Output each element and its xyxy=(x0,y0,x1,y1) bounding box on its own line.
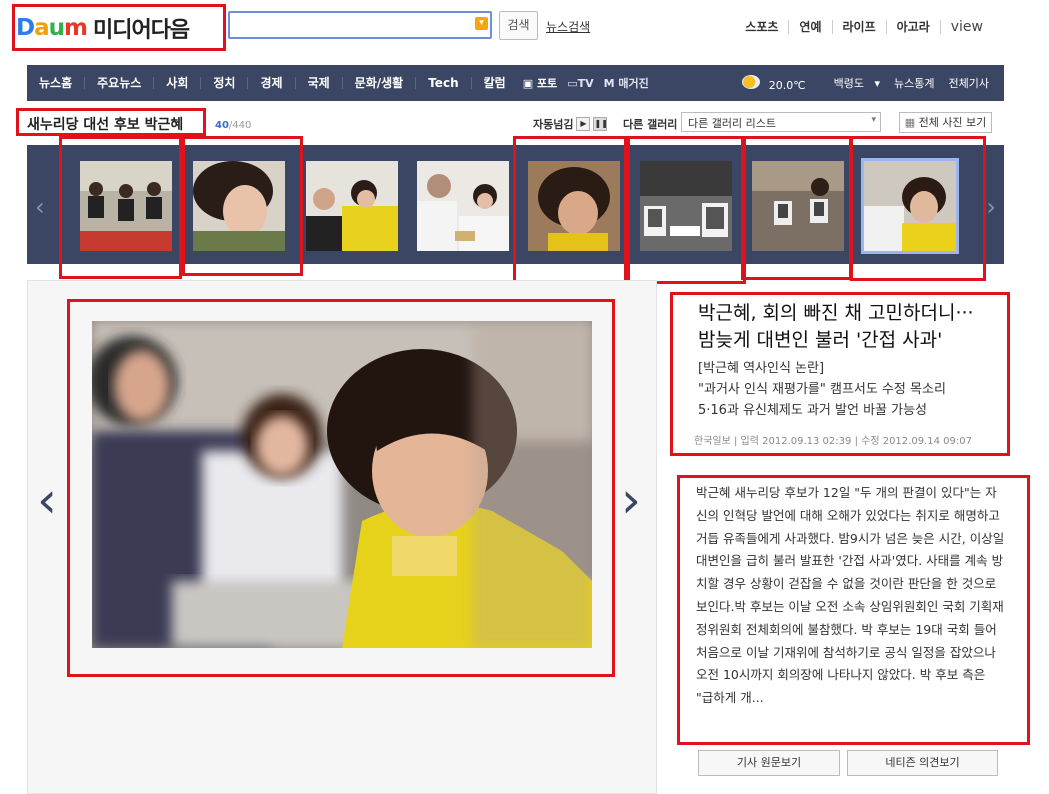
nav-item-culture[interactable]: 문화/생활 xyxy=(341,77,416,89)
chevron-right-icon[interactable]: › xyxy=(621,471,641,529)
gallery-title: 새누리당 대선 후보 박근혜 xyxy=(27,117,184,133)
grid-icon: ▦ xyxy=(904,116,919,129)
photo-panel: ‹ › xyxy=(27,280,657,794)
nav-item-news-home[interactable]: 뉴스홈 xyxy=(27,77,84,89)
header: Daum 미디어다음 ▾ 검색 뉴스검색 스포츠 연예 라이프 아고라 view xyxy=(0,0,1049,60)
thumbnail-selected[interactable] xyxy=(861,158,959,254)
chevron-left-icon[interactable]: ‹ xyxy=(37,471,57,529)
article-source: 한국일보 xyxy=(694,436,731,447)
daum-wordmark: Daum xyxy=(16,15,88,41)
main-photo xyxy=(92,321,592,648)
gallery-bar: 새누리당 대선 후보 박근혜 40/440 자동넘김 ▶ ❚❚ 다른 갤러리 다른 … xyxy=(27,110,1004,134)
chevron-down-icon: ▾ xyxy=(871,115,876,125)
news-search-link[interactable]: 뉴스검색 xyxy=(546,18,590,35)
article-edit-time: 수정 2012.09.14 09:07 xyxy=(861,436,972,447)
weather[interactable]: 20.0℃ xyxy=(735,74,820,92)
other-gallery-label: 다른 갤러리 xyxy=(623,118,678,131)
article-title-line: 박근혜, 회의 빠진 채 고민하더니··· xyxy=(698,302,974,324)
nav-item-column[interactable]: 칼럼 xyxy=(470,77,518,89)
chevron-right-icon[interactable]: › xyxy=(986,193,996,221)
autoplay-control: 자동넘김 ▶ ❚❚ xyxy=(533,117,608,131)
thumbnail[interactable] xyxy=(528,161,620,251)
article-subtitles: [박근혜 역사인식 논란] "과거사 인식 재평가를" 캠프서도 수정 목소리 … xyxy=(670,358,1000,421)
article-title: 박근혜, 회의 빠진 채 고민하더니··· 밤늦게 대변인 불러 '간접 사과' xyxy=(670,300,1000,354)
thumbnail[interactable] xyxy=(306,161,398,251)
top-nav-agora[interactable]: 아고라 xyxy=(885,20,940,34)
thumbnail[interactable] xyxy=(752,161,844,251)
top-nav-view[interactable]: view xyxy=(939,20,993,34)
news-stats-link[interactable]: 뉴스통계 xyxy=(887,75,941,91)
daum-logo[interactable]: Daum 미디어다음 xyxy=(16,8,190,48)
nav-right: 20.0℃ 백령도 ▾ 뉴스통계 전체기사 xyxy=(735,74,1004,92)
nav-item-photo[interactable]: ▣ 포토 xyxy=(518,75,562,91)
top-nav-life[interactable]: 라이프 xyxy=(831,20,886,34)
all-articles-link[interactable]: 전체기사 xyxy=(942,75,996,91)
all-photos-button[interactable]: ▦ 전체 사진 보기 xyxy=(899,112,992,133)
top-nav-sports[interactable]: 스포츠 xyxy=(735,20,788,34)
view-comments-button[interactable]: 네티즌 의견보기 xyxy=(847,750,998,776)
nav-item-top-news[interactable]: 주요뉴스 xyxy=(84,77,153,89)
nav-item-economy[interactable]: 경제 xyxy=(247,77,294,89)
magazine-icon: M xyxy=(603,77,619,90)
article-subtitle: 5·16과 유신체제도 과거 발언 바꿀 가능성 xyxy=(698,403,928,418)
thumbnail[interactable] xyxy=(80,161,172,251)
view-original-button[interactable]: 기사 원문보기 xyxy=(698,750,840,776)
nav-item-magazine[interactable]: M 매거진 xyxy=(599,75,654,91)
article-meta: 한국일보 | 입력 2012.09.13 02:39 | 수정 2012.09.… xyxy=(694,436,972,447)
article-subtitle: [박근혜 역사인식 논란] xyxy=(698,361,825,376)
nav-item-tv[interactable]: ▭TV xyxy=(562,77,598,90)
thumbnail-strip: ‹ › xyxy=(27,145,1004,264)
gallery-counter: 40/440 xyxy=(215,120,252,131)
main-nav: 뉴스홈 주요뉴스 사회 정치 경제 국제 문화/생활 Tech 칼럼 ▣ 포토 … xyxy=(27,65,1004,101)
nav-item-society[interactable]: 사회 xyxy=(153,77,200,89)
chevron-down-icon[interactable]: ▾ xyxy=(475,17,488,30)
search-input[interactable]: ▾ xyxy=(228,11,492,39)
tv-icon: ▭ xyxy=(567,76,578,90)
nav-item-politics[interactable]: 정치 xyxy=(200,77,247,89)
search-button[interactable]: 검색 xyxy=(499,11,538,40)
article-subtitle: "과거사 인식 재평가를" 캠프서도 수정 목소리 xyxy=(698,382,946,397)
top-nav: 스포츠 연예 라이프 아고라 view xyxy=(735,20,993,34)
thumbnail[interactable] xyxy=(640,161,732,251)
pause-icon[interactable]: ❚❚ xyxy=(593,117,608,131)
service-name: 미디어다음 xyxy=(92,18,190,43)
photo-icon: ▣ xyxy=(522,77,537,90)
thumbnail[interactable] xyxy=(193,161,285,251)
gallery-select[interactable]: 다른 갤러리 리스트 ▾ xyxy=(681,112,881,132)
nav-item-world[interactable]: 국제 xyxy=(294,77,342,89)
play-icon[interactable]: ▶ xyxy=(576,117,591,131)
weather-sun-icon xyxy=(741,74,760,89)
article-body: 박근혜 새누리당 후보가 12일 "두 개의 판결이 있다"는 자신의 인혁당 … xyxy=(696,485,1005,706)
article-input-time: 입력 2012.09.13 02:39 xyxy=(740,436,852,447)
weather-location[interactable]: 백령도 ▾ xyxy=(820,75,887,91)
thumbnail[interactable] xyxy=(417,161,509,251)
nav-item-tech[interactable]: Tech xyxy=(415,77,470,89)
article-title-line: 밤늦게 대변인 불러 '간접 사과' xyxy=(698,329,943,351)
chevron-left-icon[interactable]: ‹ xyxy=(35,193,45,221)
top-nav-entertainment[interactable]: 연예 xyxy=(788,20,831,34)
